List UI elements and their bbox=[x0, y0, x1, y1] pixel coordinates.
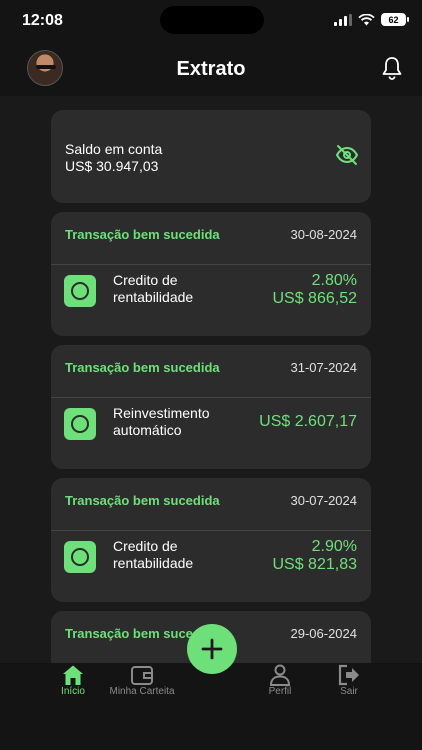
balance-label: Saldo em conta bbox=[65, 141, 163, 157]
balance-value: US$ 30.947,03 bbox=[65, 158, 159, 174]
transaction-description-line1: Credito de bbox=[113, 272, 178, 288]
logout-icon bbox=[338, 664, 359, 686]
eye-off-icon[interactable] bbox=[335, 143, 359, 167]
nav-label: Minha Carteita bbox=[109, 686, 175, 697]
transaction-description: Credito de rentabilidade bbox=[113, 272, 233, 306]
transaction-date: 31-07-2024 bbox=[290, 360, 358, 375]
transaction-status: Transação bem sucedida bbox=[65, 493, 220, 508]
bell-icon[interactable] bbox=[381, 56, 403, 80]
transaction-amount: US$ 821,83 bbox=[272, 556, 357, 573]
nav-label: Perfil bbox=[268, 686, 292, 697]
home-icon bbox=[63, 665, 83, 685]
transaction-description-line1: Reinvestimento bbox=[113, 405, 210, 421]
transaction-percent: 2.90% bbox=[311, 538, 357, 555]
nav-label: Sair bbox=[340, 686, 358, 697]
dynamic-island bbox=[160, 6, 264, 34]
statement-content[interactable]: Saldo em conta US$ 30.947,03 Transação b… bbox=[0, 96, 422, 663]
nav-item-carteira[interactable]: Minha Carteita bbox=[106, 663, 178, 697]
transaction-description-line1: Credito de bbox=[113, 538, 178, 554]
status-time: 12:08 bbox=[22, 12, 63, 29]
wallet-icon bbox=[131, 666, 153, 685]
nav-item-inicio[interactable]: Início bbox=[56, 663, 90, 697]
status-bar: 12:08 62 bbox=[0, 0, 422, 42]
nav-label: Início bbox=[61, 686, 85, 697]
user-icon bbox=[269, 664, 291, 686]
transaction-amounts: 2.80% US$ 866,52 bbox=[272, 272, 357, 308]
transaction-card[interactable]: Transação bem sucedida 30-07-2024 Credit… bbox=[51, 478, 371, 602]
transaction-description-line2: rentabilidade bbox=[113, 289, 194, 305]
battery-icon: 62 bbox=[381, 13, 409, 26]
balance-card: Saldo em conta US$ 30.947,03 bbox=[51, 110, 371, 203]
transaction-icon bbox=[64, 541, 96, 573]
divider bbox=[51, 397, 371, 398]
cellular-signal-icon bbox=[334, 13, 352, 26]
transaction-date: 30-08-2024 bbox=[290, 227, 358, 242]
transaction-description-line2: automático bbox=[113, 422, 182, 438]
transaction-description-line2: rentabilidade bbox=[113, 555, 194, 571]
transaction-icon bbox=[64, 408, 96, 440]
plus-icon bbox=[201, 638, 223, 660]
divider bbox=[51, 264, 371, 265]
transaction-description: Credito de rentabilidade bbox=[113, 538, 233, 572]
transaction-card[interactable]: Transação bem sucedida 31-07-2024 Reinve… bbox=[51, 345, 371, 469]
status-icons: 62 bbox=[334, 13, 409, 26]
transaction-status: Transação bem sucedida bbox=[65, 227, 220, 242]
transaction-date: 29-06-2024 bbox=[290, 626, 358, 641]
page-title: Extrato bbox=[176, 58, 246, 80]
bottom-navigation: Início Minha Carteita Perfil Sair bbox=[0, 663, 422, 750]
divider bbox=[51, 530, 371, 531]
transaction-status: Transação bem sucedida bbox=[65, 360, 220, 375]
nav-item-perfil[interactable]: Perfil bbox=[266, 663, 294, 697]
app-header: Extrato bbox=[0, 42, 422, 96]
add-button[interactable] bbox=[187, 624, 237, 674]
transaction-amount: US$ 2.607,17 bbox=[259, 413, 357, 430]
wifi-icon bbox=[358, 13, 375, 25]
nav-item-sair[interactable]: Sair bbox=[336, 663, 362, 697]
transaction-icon bbox=[64, 275, 96, 307]
transaction-card[interactable]: Transação bem sucedida 30-08-2024 Credit… bbox=[51, 212, 371, 336]
transaction-description: Reinvestimento automático bbox=[113, 405, 233, 439]
transaction-percent: 2.80% bbox=[311, 272, 357, 289]
transaction-amounts: 2.90% US$ 821,83 bbox=[272, 538, 357, 574]
transaction-amount: US$ 866,52 bbox=[272, 290, 357, 307]
transaction-amounts: US$ 2.607,17 bbox=[259, 413, 357, 431]
transaction-date: 30-07-2024 bbox=[290, 493, 358, 508]
